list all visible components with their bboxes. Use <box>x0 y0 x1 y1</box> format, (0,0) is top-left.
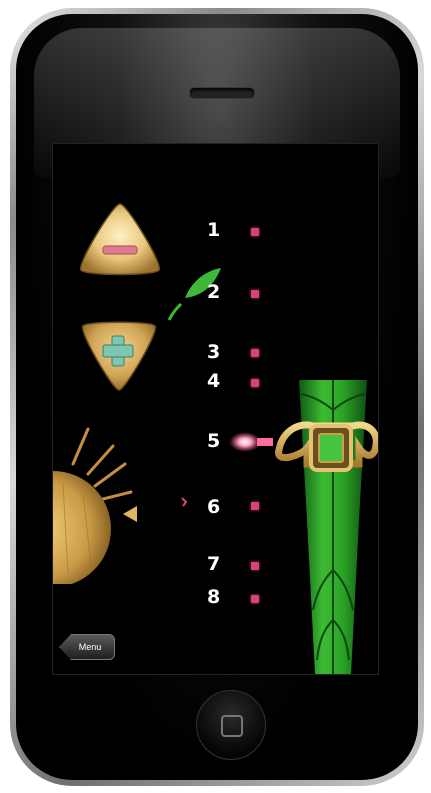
game-screen: 1 2 3 4 5 6 7 8 Menu <box>52 143 379 675</box>
level-marker-1[interactable] <box>251 228 259 236</box>
level-number-7: 7 <box>207 553 221 575</box>
level-number-3: 3 <box>207 341 221 363</box>
earpiece-speaker <box>189 87 255 99</box>
pointer-arrow-icon <box>123 506 137 522</box>
level-number-1: 1 <box>207 219 221 241</box>
vine-slider[interactable] <box>273 380 378 674</box>
level-marker-2[interactable] <box>251 290 259 298</box>
level-marker-3[interactable] <box>251 349 259 357</box>
level-number-2: 2 <box>207 281 221 303</box>
home-square-icon <box>221 715 243 737</box>
minus-icon <box>102 245 138 255</box>
menu-button[interactable]: Menu <box>59 634 115 660</box>
level-marker-7[interactable] <box>251 562 259 570</box>
plus-button[interactable] <box>77 320 161 394</box>
level-number-5: 5 <box>207 430 221 452</box>
level-marker-8[interactable] <box>251 595 259 603</box>
level-number-4: 4 <box>207 370 221 392</box>
active-level-glow[interactable] <box>227 429 277 455</box>
level-number-8: 8 <box>207 586 221 608</box>
minus-button[interactable] <box>75 200 165 278</box>
home-button[interactable] <box>196 690 266 760</box>
level-marker-6[interactable] <box>251 502 259 510</box>
level-number-6: 6 <box>207 496 221 518</box>
level-marker-4[interactable] <box>251 379 259 387</box>
spark-icon <box>181 497 188 507</box>
